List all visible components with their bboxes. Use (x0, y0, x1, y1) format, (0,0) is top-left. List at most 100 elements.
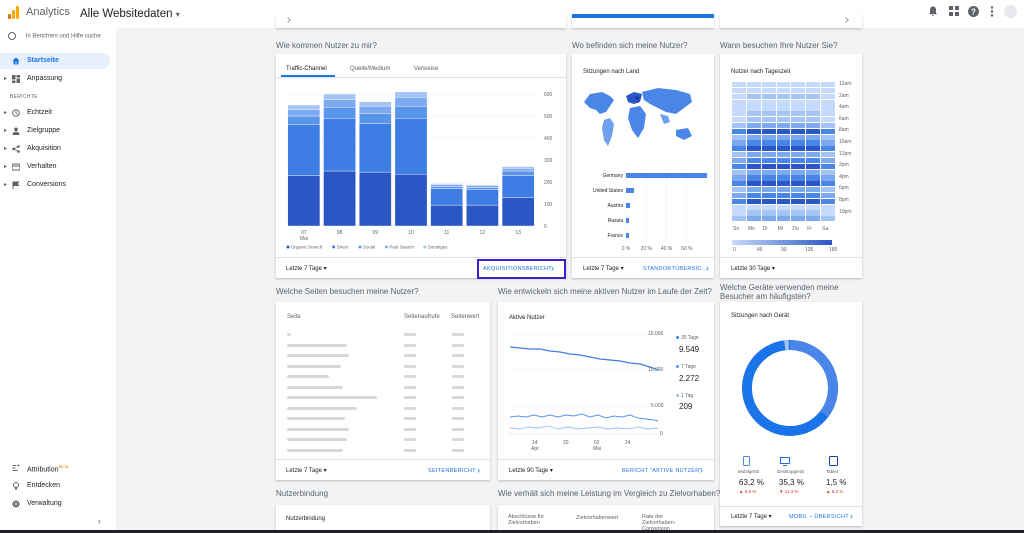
bar-segment-social (430, 186, 463, 189)
heatmap-cell (806, 198, 821, 204)
bar-segment-sonstiges (501, 166, 535, 169)
devices-date-range[interactable]: Letzte 7 Tage ▾ (731, 513, 772, 520)
mobile-overview-link[interactable]: MOBIL – ÜBERSICHT (789, 514, 849, 520)
tab-traffic-channel[interactable]: Traffic-Channel (286, 66, 327, 72)
sidebar-item-echtzeit[interactable]: ▸ Echtzeit (0, 105, 116, 121)
geo-date-range[interactable]: Letzte 7 Tage ▾ (583, 265, 624, 272)
pages-card (276, 302, 490, 480)
avatar[interactable] (1004, 5, 1017, 18)
help-icon[interactable]: ? (967, 6, 979, 18)
chevron-right-icon[interactable]: › (700, 465, 703, 475)
clock-icon (12, 109, 20, 117)
sidebar-item-entdecken[interactable]: Entdecken (0, 478, 116, 494)
prev-card-strip-2 (572, 14, 714, 28)
sidebar-item-verhalten[interactable]: ▸ Verhalten (0, 159, 116, 175)
chevron-right-icon[interactable]: › (706, 263, 709, 273)
heatmap-cell (776, 82, 791, 88)
heatmap-cell (746, 93, 761, 99)
caret-right-icon: ▸ (4, 76, 8, 82)
sidebar-item-label: Verhalten (27, 163, 57, 170)
heatmap-cell (821, 99, 835, 105)
heatmap-cell (821, 128, 835, 134)
sidebar-item-startseite[interactable]: Startseite (0, 53, 110, 69)
more-vert-icon[interactable] (986, 6, 998, 18)
bar-segment-social (501, 170, 535, 176)
legend-label: Organic Search (291, 245, 323, 250)
x-tick-label: 11 (444, 230, 449, 236)
blurred-cell (404, 343, 416, 347)
x-tick: Mai (593, 446, 602, 452)
heatmap-cell (761, 187, 776, 193)
heatmap-cell (761, 140, 776, 146)
bar-segment-organic-search (466, 204, 499, 227)
time-date-range[interactable]: Letzte 30 Tage ▾ (731, 265, 775, 272)
blurred-cell (404, 396, 416, 399)
y-tick-label: 500 (544, 114, 553, 120)
collapse-sidebar-button[interactable]: ‹ (98, 516, 101, 526)
heatmap-cell (761, 181, 776, 187)
heatmap-cell (776, 175, 791, 181)
pages-date-range[interactable]: Letzte 7 Tage ▾ (286, 467, 327, 474)
blurred-cell (452, 375, 464, 378)
caret-right-icon: ▸ (4, 182, 8, 188)
sidebar-item-attribution[interactable]: AttributionBETA (0, 460, 116, 476)
devices-donut-chart (742, 340, 838, 436)
chevron-right-icon[interactable]: › (850, 511, 853, 521)
heatmap-cell (746, 122, 761, 129)
tab-quelle-medium[interactable]: Quelle/Medium (350, 66, 390, 72)
heatmap-cell (732, 198, 746, 204)
tab-verweise[interactable]: Verweise (414, 66, 438, 72)
heatmap-cell (732, 216, 746, 222)
sidebar-item-zielgruppe[interactable]: ▸ Zielgruppe (0, 123, 116, 139)
legend-label: Sonstiges (428, 245, 449, 250)
property-selector[interactable]: Alle Websitedaten ▾ (80, 8, 180, 20)
heatmap-cell (761, 192, 776, 199)
heatmap-cell (806, 111, 821, 117)
analytics-logo-icon[interactable] (8, 6, 20, 19)
blurred-cell (452, 406, 464, 410)
heatmap-cell (776, 157, 791, 164)
chevron-right-icon[interactable]: › (477, 465, 480, 475)
bar-segment-direct (501, 175, 535, 198)
heatmap-cell (791, 128, 806, 134)
heatmap-cell (776, 111, 791, 117)
search-icon (8, 32, 16, 40)
sidebar-item-verwaltung[interactable]: Verwaltung (0, 496, 116, 512)
chevron-right-icon[interactable]: › (551, 263, 554, 273)
gear-icon (12, 500, 20, 508)
heatmap-cell (732, 187, 746, 193)
traffic-date-range[interactable]: Letzte 7 Tage ▾ (286, 265, 327, 272)
acquisition-report-link[interactable]: AKQUISITIONSBERICHT (483, 266, 552, 272)
heatmap-cell (821, 117, 835, 123)
sidebar-item-akquisition[interactable]: ▸ Akquisition (0, 141, 116, 157)
heatmap-cell (821, 152, 835, 158)
behavior-icon (11, 163, 21, 171)
search-input[interactable]: In Berichten und Hilfe suche (26, 34, 101, 40)
bar-segment-sonstiges (359, 101, 392, 107)
legend-label: Direct (337, 245, 350, 250)
active-date-range[interactable]: Letzte 90 Tage ▾ (509, 467, 553, 474)
active-users-report-link[interactable]: BERICHT "AKTIVE NUTZER" (622, 468, 702, 474)
heatmap-cell (806, 152, 821, 158)
sidebar-item-anpassung[interactable]: ▸ Anpassung (0, 71, 116, 87)
pages-report-link[interactable]: SEITENBERICHT (428, 468, 476, 474)
day-label: Fr (807, 226, 813, 232)
blurred-page-path (287, 427, 349, 431)
heatmap-cell (806, 134, 821, 140)
location-overview-link[interactable]: STANDORTÜBERSIC... (643, 266, 707, 272)
bell-icon[interactable] (927, 6, 939, 18)
device-pct: 35,3 % (779, 478, 804, 487)
goal-value-header: Zielvorhabenwert (576, 515, 619, 521)
bar-segment-organic-search (287, 175, 321, 227)
device-delta: ▼ 11,3 % (779, 489, 799, 494)
heatmap-cell (821, 198, 835, 204)
apps-grid-icon[interactable] (948, 6, 960, 18)
time-question: Wann besuchen Ihre Nutzer Sie? (720, 41, 838, 50)
sidebar-item-conversions[interactable]: ▸ Conversions (0, 177, 116, 193)
heatmap-cell (761, 87, 776, 94)
heatmap-cell (746, 216, 761, 222)
mobile-icon (743, 456, 750, 468)
sidebar-search[interactable]: In Berichten und Hilfe suche (8, 32, 101, 40)
day-label: Do (792, 226, 799, 232)
legend-dot (384, 245, 388, 249)
